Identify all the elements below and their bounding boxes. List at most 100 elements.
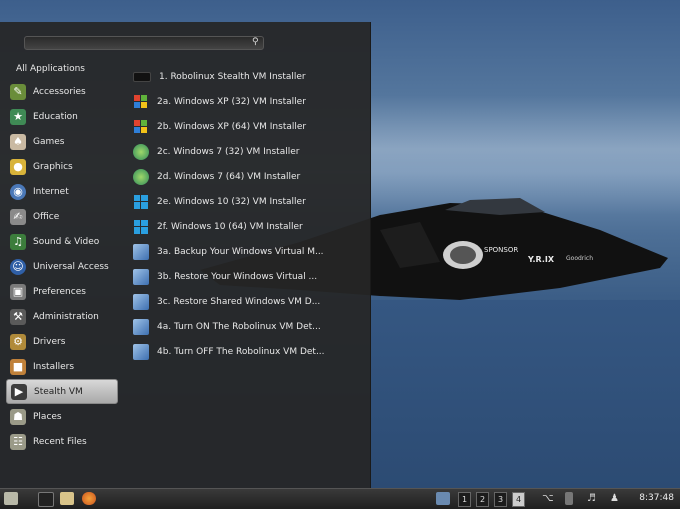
windows-10-icon [133, 219, 149, 235]
category-office[interactable]: ✍ Office [6, 204, 118, 229]
category-label: Office [33, 211, 60, 222]
app-label: 2f. Windows 10 (64) VM Installer [157, 221, 303, 232]
battery-icon[interactable] [565, 492, 573, 505]
games-icon: ♠ [10, 133, 26, 150]
workspace-1[interactable]: 1 [458, 492, 471, 507]
firefox-icon[interactable] [82, 492, 96, 505]
app-windows-7-32-installer[interactable]: 2c. Windows 7 (32) VM Installer [133, 139, 363, 164]
volume-icon[interactable]: ♬ [587, 492, 601, 505]
category-label: Sound & Video [33, 236, 100, 247]
terminal-icon [133, 71, 151, 82]
search-icon[interactable]: ⚲ [252, 37, 262, 47]
category-label: Administration [33, 311, 99, 322]
places-icon: ☗ [10, 408, 26, 425]
internet-icon: ◉ [10, 183, 26, 200]
window-list-icon[interactable] [436, 492, 450, 505]
category-label: Accessories [33, 86, 86, 97]
category-label: Preferences [33, 286, 86, 297]
workspace-4[interactable]: 4 [512, 492, 525, 507]
category-label: Education [33, 111, 78, 122]
taskbar: 1 2 3 4 ⌥ ♬ ♟ 8:37:48 [0, 488, 680, 509]
category-recent-files[interactable]: ☷ Recent Files [6, 429, 118, 454]
app-backup-windows-vm[interactable]: 3a. Backup Your Windows Virtual M... [133, 239, 363, 264]
category-stealth-vm[interactable]: ▶ Stealth VM [6, 379, 118, 404]
app-label: 2e. Windows 10 (32) VM Installer [157, 196, 306, 207]
clock[interactable]: 8:37:48 [639, 493, 674, 503]
app-label: 2b. Windows XP (64) VM Installer [157, 121, 307, 132]
windows-xp-icon [133, 94, 149, 110]
category-label: Recent Files [33, 436, 87, 447]
category-header-label: All Applications [16, 64, 85, 74]
sound-video-icon: ♫ [10, 233, 26, 250]
app-label: 4b. Turn OFF The Robolinux VM Det... [157, 346, 325, 357]
wallpaper-side-text: Goodrich [566, 255, 593, 262]
wallpaper-tail-text: Y.R.IX [527, 255, 555, 264]
workspace-3[interactable]: 3 [494, 492, 507, 507]
vm-backup-icon [133, 243, 149, 260]
category-education[interactable]: ★ Education [6, 104, 118, 129]
category-installers[interactable]: ■ Installers [6, 354, 118, 379]
office-icon: ✍ [10, 208, 26, 225]
app-label: 4a. Turn ON The Robolinux VM Det... [157, 321, 321, 332]
windows-xp-icon [133, 119, 149, 135]
category-administration[interactable]: ⚒ Administration [6, 304, 118, 329]
app-turn-off-vm-detection[interactable]: 4b. Turn OFF The Robolinux VM Det... [133, 339, 363, 364]
app-robolinux-stealth-vm-installer[interactable]: 1. Robolinux Stealth VM Installer [133, 64, 363, 89]
category-label: Graphics [33, 161, 73, 172]
folder-icon: ▶ [11, 383, 27, 400]
windows-7-icon [133, 168, 149, 185]
windows-7-icon [133, 143, 149, 160]
graphics-icon: ● [10, 158, 26, 175]
vm-on-icon [133, 318, 149, 335]
search-input[interactable] [24, 36, 264, 50]
category-list: All Applications ✎ Accessories ★ Educati… [6, 62, 118, 454]
category-places[interactable]: ☗ Places [6, 404, 118, 429]
app-turn-on-vm-detection[interactable]: 4a. Turn ON The Robolinux VM Det... [133, 314, 363, 339]
category-sound-video[interactable]: ♫ Sound & Video [6, 229, 118, 254]
app-label: 1. Robolinux Stealth VM Installer [159, 71, 306, 82]
app-label: 3c. Restore Shared Windows VM D... [157, 296, 321, 307]
category-preferences[interactable]: ▣ Preferences [6, 279, 118, 304]
education-icon: ★ [10, 108, 26, 125]
preferences-icon: ▣ [10, 283, 26, 300]
app-label: 2a. Windows XP (32) VM Installer [157, 96, 306, 107]
drivers-icon: ⚙ [10, 333, 26, 350]
vm-shared-icon [133, 293, 149, 310]
app-label: 3a. Backup Your Windows Virtual M... [157, 246, 324, 257]
app-label: 3b. Restore Your Windows Virtual ... [157, 271, 318, 282]
category-games[interactable]: ♠ Games [6, 129, 118, 154]
installers-icon: ■ [10, 358, 26, 375]
user-icon[interactable]: ♟ [610, 492, 624, 505]
app-label: 2c. Windows 7 (32) VM Installer [157, 146, 300, 157]
category-label: Universal Access [33, 261, 109, 272]
category-all-applications[interactable]: All Applications [6, 62, 118, 76]
universal-access-icon: ☺ [10, 258, 26, 275]
app-windows-10-64-installer[interactable]: 2f. Windows 10 (64) VM Installer [133, 214, 363, 239]
category-internet[interactable]: ◉ Internet [6, 179, 118, 204]
category-graphics[interactable]: ● Graphics [6, 154, 118, 179]
category-drivers[interactable]: ⚙ Drivers [6, 329, 118, 354]
app-windows-10-32-installer[interactable]: 2e. Windows 10 (32) VM Installer [133, 189, 363, 214]
category-label: Stealth VM [34, 386, 83, 397]
network-icon[interactable]: ⌥ [542, 492, 556, 505]
file-manager-icon[interactable] [60, 492, 74, 505]
show-desktop-icon[interactable] [38, 492, 54, 507]
application-list: 1. Robolinux Stealth VM Installer 2a. Wi… [133, 64, 363, 364]
category-label: Internet [33, 186, 69, 197]
app-label: 2d. Windows 7 (64) VM Installer [157, 171, 301, 182]
app-restore-shared-windows-vm[interactable]: 3c. Restore Shared Windows VM D... [133, 289, 363, 314]
app-windows-7-64-installer[interactable]: 2d. Windows 7 (64) VM Installer [133, 164, 363, 189]
administration-icon: ⚒ [10, 308, 26, 325]
app-restore-windows-vm[interactable]: 3b. Restore Your Windows Virtual ... [133, 264, 363, 289]
category-label: Games [33, 136, 65, 147]
accessories-icon: ✎ [10, 83, 26, 100]
wallpaper-badge-text: SPONSOR [484, 246, 518, 254]
menu-launcher-icon[interactable] [4, 492, 18, 505]
category-accessories[interactable]: ✎ Accessories [6, 79, 118, 104]
app-windows-xp-32-installer[interactable]: 2a. Windows XP (32) VM Installer [133, 89, 363, 114]
vm-off-icon [133, 343, 149, 360]
app-windows-xp-64-installer[interactable]: 2b. Windows XP (64) VM Installer [133, 114, 363, 139]
category-universal-access[interactable]: ☺ Universal Access [6, 254, 118, 279]
windows-10-icon [133, 194, 149, 210]
workspace-2[interactable]: 2 [476, 492, 489, 507]
